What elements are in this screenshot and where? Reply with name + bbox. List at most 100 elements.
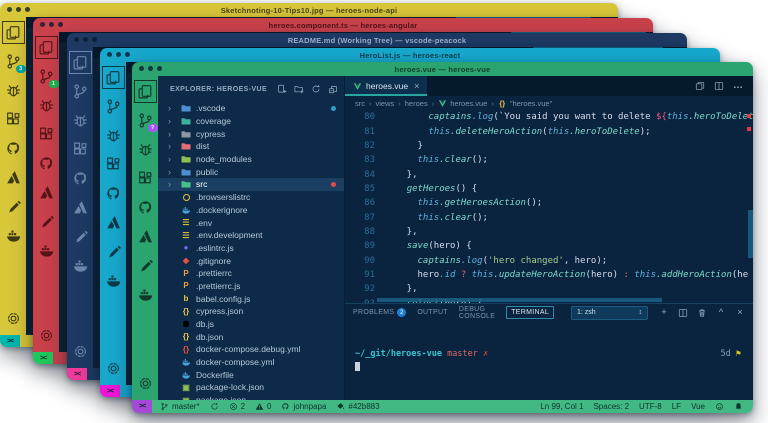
status-item-ln-99-col-1[interactable]: Ln 99, Col 1: [540, 402, 583, 411]
activity-docker[interactable]: [5, 227, 22, 244]
activity-azure[interactable]: [137, 228, 154, 245]
tab-heroes-vue[interactable]: heroes.vue ×: [345, 76, 429, 96]
activity-source-control[interactable]: [72, 83, 89, 100]
tree-item-package-lock.json[interactable]: ▣ package-lock.json: [158, 381, 344, 394]
activity-hand-pen[interactable]: [137, 257, 154, 274]
activity-source-control[interactable]: [105, 98, 122, 115]
tree-item-.env.development[interactable]: ☰ .env.development: [158, 229, 344, 242]
activity-extensions[interactable]: [5, 111, 22, 128]
activity-extensions[interactable]: [105, 156, 122, 173]
split-terminal-icon[interactable]: [678, 308, 688, 318]
status-item-master-[interactable]: master*: [160, 402, 200, 411]
tree-item-.gitignore[interactable]: ◆ .gitignore: [158, 254, 344, 267]
maximize-panel-icon[interactable]: ^: [716, 308, 726, 318]
activity-files[interactable]: [133, 80, 157, 103]
status-item[interactable]: [210, 402, 219, 411]
close-window-button[interactable]: [7, 7, 12, 12]
tree-item-dist[interactable]: › dist: [158, 140, 344, 153]
tree-item-db.json[interactable]: {} db.json: [158, 330, 344, 343]
activity-azure[interactable]: [72, 199, 89, 216]
remote-indicator[interactable]: ><: [67, 368, 87, 380]
activity-settings[interactable]: [38, 327, 55, 344]
activity-github[interactable]: [105, 185, 122, 202]
activity-files[interactable]: [68, 51, 92, 74]
tree-item-docker-compose.yml[interactable]: docker-compose.yml: [158, 356, 344, 369]
tree-item-.eslintrc.js[interactable]: ● .eslintrc.js: [158, 242, 344, 255]
activity-debug[interactable]: [105, 127, 122, 144]
tree-item-coverage[interactable]: › coverage: [158, 115, 344, 128]
status-item-2[interactable]: 2: [229, 402, 245, 411]
terminal-select[interactable]: 1: zsh ↕: [571, 305, 648, 320]
panel-tab-problems[interactable]: PROBLEMS 2: [353, 308, 407, 317]
activity-hand-pen[interactable]: [38, 213, 55, 230]
maximize-window-button[interactable]: [157, 66, 162, 71]
status-item-lf[interactable]: LF: [672, 402, 681, 411]
close-tab-icon[interactable]: ×: [414, 81, 419, 91]
open-changes-icon[interactable]: [695, 81, 705, 91]
panel-tab-terminal[interactable]: TERMINAL: [506, 306, 555, 319]
tree-item-cypress[interactable]: › cypress: [158, 127, 344, 140]
activity-files[interactable]: [34, 36, 58, 59]
activity-azure[interactable]: [105, 214, 122, 231]
status-item[interactable]: [715, 402, 724, 411]
close-window-button[interactable]: [40, 22, 45, 27]
title-bar[interactable]: Sketchnoting-10-Tips10.jpg — heroes-node…: [0, 3, 618, 17]
refresh-icon[interactable]: [311, 84, 321, 94]
activity-extensions[interactable]: [137, 170, 154, 187]
tree-item-babel.config.js[interactable]: b babel.config.js: [158, 292, 344, 305]
tree-item-.prettierrc.js[interactable]: P .prettierrc.js: [158, 280, 344, 293]
activity-files[interactable]: [101, 66, 125, 89]
activity-extensions[interactable]: [38, 126, 55, 143]
activity-settings[interactable]: [105, 360, 122, 377]
kill-terminal-icon[interactable]: [697, 308, 707, 318]
tree-item-.browserslistrc[interactable]: .browserslistrc: [158, 191, 344, 204]
activity-docker[interactable]: [38, 242, 55, 259]
activity-github[interactable]: [137, 199, 154, 216]
tree-item-docker-compose.debug.yml[interactable]: {} docker-compose.debug.yml: [158, 343, 344, 356]
activity-azure[interactable]: [38, 184, 55, 201]
close-window-button[interactable]: [139, 66, 144, 71]
tree-item-cypress.json[interactable]: {} cypress.json: [158, 305, 344, 318]
activity-settings[interactable]: [72, 343, 89, 360]
window-controls[interactable]: [40, 22, 63, 27]
tree-item-.dockerignore[interactable]: .dockerignore: [158, 204, 344, 217]
code-editor[interactable]: 80 captains.log(`You said you want to de…: [345, 110, 753, 303]
tree-item-Dockerfile[interactable]: Dockerfile: [158, 368, 344, 381]
activity-source-control[interactable]: 3: [5, 53, 26, 73]
activity-extensions[interactable]: [72, 141, 89, 158]
collapse-all-icon[interactable]: [328, 84, 338, 94]
minimize-window-button[interactable]: [16, 7, 21, 12]
activity-settings[interactable]: [5, 310, 22, 327]
new-terminal-icon[interactable]: +: [659, 308, 669, 318]
breadcrumb-item[interactable]: {} "heroes.vue": [498, 99, 552, 108]
minimize-window-button[interactable]: [148, 66, 153, 71]
minimize-window-button[interactable]: [49, 22, 54, 27]
minimize-window-button[interactable]: [116, 52, 121, 57]
tree-item-public[interactable]: › public: [158, 165, 344, 178]
new-folder-icon[interactable]: [294, 84, 304, 94]
breadcrumb-item[interactable]: src: [355, 99, 365, 108]
maximize-window-button[interactable]: [25, 7, 30, 12]
activity-docker[interactable]: [105, 272, 122, 289]
close-window-button[interactable]: [74, 37, 79, 42]
activity-hand-pen[interactable]: [5, 198, 22, 215]
close-panel-icon[interactable]: ×: [735, 308, 745, 318]
tree-item-.env[interactable]: ☰ .env: [158, 216, 344, 229]
maximize-window-button[interactable]: [92, 37, 97, 42]
editor-scrollbar[interactable]: [748, 210, 753, 258]
remote-indicator[interactable]: ><: [0, 335, 20, 347]
remote-indicator[interactable]: ><: [33, 352, 53, 364]
title-bar[interactable]: heroes.vue — heroes-vue: [132, 62, 753, 76]
new-file-icon[interactable]: [277, 84, 287, 94]
activity-hand-pen[interactable]: [105, 243, 122, 260]
activity-debug[interactable]: [72, 112, 89, 129]
activity-source-control[interactable]: ?: [137, 112, 158, 132]
maximize-window-button[interactable]: [125, 52, 130, 57]
activity-docker[interactable]: [137, 286, 154, 303]
activity-debug[interactable]: [38, 97, 55, 114]
tree-item-.prettierrc[interactable]: P .prettierrc: [158, 267, 344, 280]
activity-azure[interactable]: [5, 169, 22, 186]
activity-settings[interactable]: [137, 375, 154, 392]
maximize-window-button[interactable]: [58, 22, 63, 27]
activity-docker[interactable]: [72, 257, 89, 274]
